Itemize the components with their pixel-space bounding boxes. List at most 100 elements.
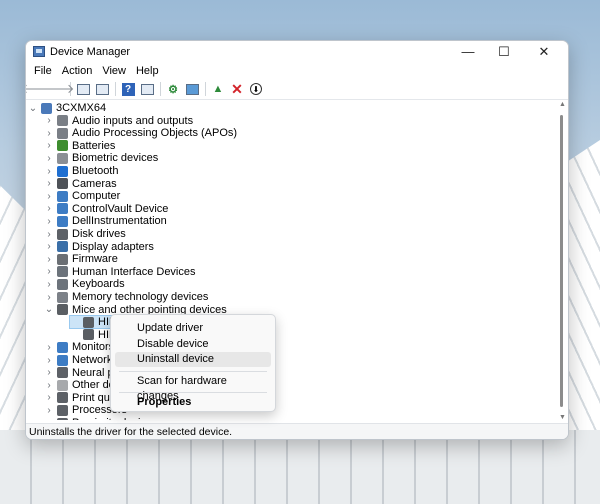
- device-list-icon[interactable]: [94, 81, 110, 97]
- device-icon: [57, 266, 68, 278]
- properties-menu-item[interactable]: Properties: [115, 395, 271, 410]
- tree-category[interactable]: › Bluetooth: [44, 165, 118, 177]
- tree-category[interactable]: › Audio inputs and outputs: [44, 115, 193, 127]
- chevron-right-icon[interactable]: ›: [44, 203, 54, 214]
- tree-category[interactable]: › Display adapters: [44, 241, 154, 253]
- chevron-down-icon[interactable]: ⌄: [44, 304, 54, 315]
- chevron-right-icon[interactable]: ›: [44, 115, 54, 126]
- device-label: Human Interface Devices: [72, 265, 196, 278]
- chevron-right-icon[interactable]: ›: [44, 178, 54, 189]
- monitor-icon[interactable]: [184, 81, 200, 97]
- vertical-scrollbar[interactable]: ▲ ▼: [559, 101, 566, 421]
- device-label: Biometric devices: [72, 152, 159, 165]
- tree-category[interactable]: › Keyboards: [44, 278, 124, 290]
- device-tree: ⌄ 3CXMX64 › Audio inputs and outputs › Audio …: [26, 100, 554, 420]
- menu-separator: [119, 371, 267, 372]
- device-label: Memory technology devices: [72, 291, 209, 303]
- scroll-thumb[interactable]: [560, 115, 563, 407]
- menu-separator: [119, 392, 267, 393]
- chevron-right-icon[interactable]: ›: [44, 216, 54, 227]
- menu-help[interactable]: Help: [132, 65, 163, 77]
- device-icon: [57, 215, 68, 227]
- device-icon: [57, 304, 68, 316]
- chevron-right-icon[interactable]: ›: [44, 367, 54, 378]
- tree-category[interactable]: › Memory technology devices: [44, 291, 208, 303]
- properties-grid-icon[interactable]: [75, 81, 91, 97]
- tree-category[interactable]: › Monitors: [44, 341, 114, 353]
- chevron-right-icon[interactable]: ›: [44, 128, 54, 139]
- mouse-icon: [83, 329, 94, 341]
- tree-category[interactable]: › Disk drives: [44, 228, 126, 240]
- chevron-right-icon[interactable]: ›: [44, 191, 54, 202]
- disable-device-menu-item[interactable]: Disable device: [115, 337, 271, 352]
- scroll-up-icon[interactable]: ▲: [559, 101, 566, 108]
- menu-action[interactable]: Action: [58, 65, 97, 77]
- device-icon: [57, 190, 68, 202]
- minimize-button[interactable]: —: [450, 41, 486, 63]
- toolbar-separator: [205, 82, 206, 96]
- update-driver-menu-item[interactable]: Update driver: [115, 321, 271, 336]
- device-icon: [57, 367, 68, 379]
- chevron-right-icon[interactable]: ›: [44, 153, 54, 164]
- chevron-right-icon[interactable]: ›: [44, 405, 54, 416]
- uninstall-icon[interactable]: ✕: [229, 81, 245, 97]
- tree-category[interactable]: › Human Interface Devices: [44, 265, 196, 278]
- device-icon: [57, 115, 68, 127]
- tree-category[interactable]: › Cameras: [44, 178, 116, 190]
- close-button[interactable]: ✕: [526, 41, 562, 63]
- uninstall-device-menu-item[interactable]: Uninstall device: [115, 352, 271, 367]
- menu-view[interactable]: View: [98, 65, 130, 77]
- chevron-right-icon[interactable]: ›: [44, 166, 54, 177]
- view-toggle-icon[interactable]: [139, 81, 155, 97]
- context-menu: Update driver Disable device Uninstall d…: [110, 314, 276, 412]
- device-icon: [57, 140, 68, 152]
- tree-category[interactable]: › Firmware: [44, 253, 118, 265]
- device-label: Disk drives: [72, 228, 126, 240]
- chevron-right-icon[interactable]: ›: [44, 292, 54, 303]
- scan-hardware-icon[interactable]: ⚙: [165, 81, 181, 97]
- menu-file[interactable]: File: [30, 65, 56, 77]
- device-label: Firmware: [72, 253, 118, 266]
- chevron-right-icon[interactable]: ›: [44, 140, 54, 151]
- update-driver-icon[interactable]: ▲: [210, 81, 226, 97]
- device-label: Display adapters: [72, 240, 154, 253]
- chevron-right-icon[interactable]: ›: [44, 279, 54, 290]
- chevron-right-icon[interactable]: ›: [44, 355, 54, 366]
- tree-category[interactable]: › ControlVault Device: [44, 203, 168, 215]
- help-icon[interactable]: ?: [120, 81, 136, 97]
- device-icon: [57, 354, 68, 366]
- scroll-down-icon[interactable]: ▼: [559, 414, 566, 421]
- tree-category[interactable]: › Batteries: [44, 140, 115, 152]
- device-icon: [57, 253, 68, 265]
- device-icon: [57, 291, 68, 303]
- tree-category[interactable]: › Proximity devices: [44, 417, 158, 420]
- toolbar: 🡐 🡒 ? ⚙ ▲ ✕ ⬇: [26, 79, 568, 100]
- chevron-right-icon[interactable]: ›: [44, 229, 54, 240]
- chevron-right-icon[interactable]: ›: [44, 342, 54, 353]
- forward-arrow-icon[interactable]: 🡒: [40, 81, 75, 97]
- device-icon: [57, 379, 68, 391]
- device-icon: [57, 392, 68, 404]
- chevron-right-icon[interactable]: ›: [44, 254, 54, 265]
- chevron-right-icon[interactable]: ›: [44, 392, 54, 403]
- tree-category[interactable]: › Computer: [44, 190, 120, 202]
- title-bar[interactable]: Device Manager — ☐ ✕: [26, 41, 568, 63]
- tree-category[interactable]: › DellInstrumentation: [44, 215, 167, 228]
- device-icon: [57, 241, 68, 253]
- device-icon: [57, 165, 68, 177]
- device-icon: [57, 341, 68, 353]
- chevron-down-icon[interactable]: ⌄: [28, 103, 38, 114]
- device-icon: [57, 152, 68, 164]
- download-circle-icon[interactable]: ⬇: [248, 81, 264, 97]
- scan-hardware-menu-item[interactable]: Scan for hardware changes: [115, 374, 271, 402]
- device-label: DellInstrumentation: [72, 215, 167, 228]
- tree-category[interactable]: › Biometric devices: [44, 152, 158, 164]
- tree-root[interactable]: ⌄ 3CXMX64: [28, 102, 106, 114]
- device-label: 3CXMX64: [56, 102, 107, 114]
- chevron-right-icon[interactable]: ›: [44, 266, 54, 277]
- chevron-right-icon[interactable]: ›: [44, 380, 54, 391]
- chevron-right-icon[interactable]: ›: [44, 418, 54, 421]
- maximize-button[interactable]: ☐: [486, 41, 522, 63]
- tree-category[interactable]: › Audio Processing Objects (APOs): [44, 127, 237, 139]
- chevron-right-icon[interactable]: ›: [44, 241, 54, 252]
